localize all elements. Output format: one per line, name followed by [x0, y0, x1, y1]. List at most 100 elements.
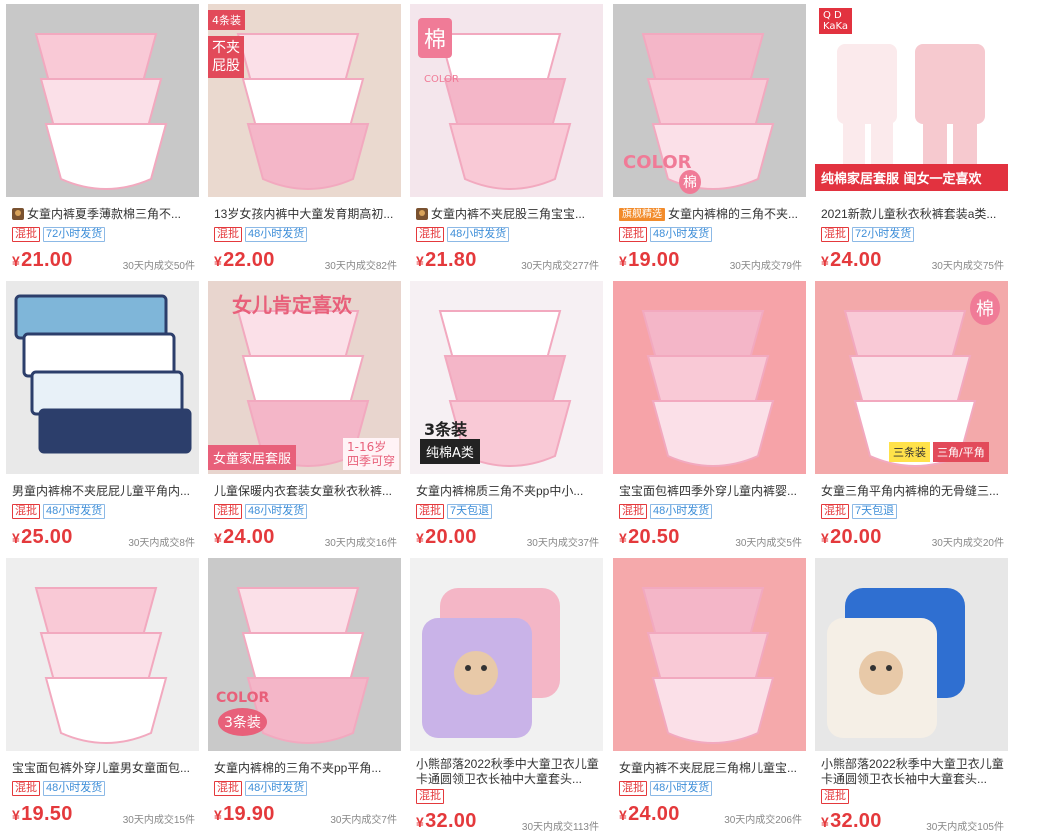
thumb-overlay-text: 纯棉家居套服 闺女一定喜欢 — [815, 164, 1008, 191]
sales-count: 30天内成交82件 — [324, 261, 397, 272]
product-title[interactable]: 宝宝面包裤四季外穿儿童内裤婴... — [619, 484, 802, 499]
product-image[interactable]: Q D KaKa 纯棉家居套服 闺女一定喜欢 — [815, 4, 1008, 197]
badge-row: 混批 72小时发货 — [12, 227, 106, 243]
product-card[interactable]: Q D KaKa 纯棉家居套服 闺女一定喜欢 2021新款儿童秋衣秋裤套装a类... 混… — [815, 4, 1008, 276]
currency-symbol: ¥ — [12, 807, 21, 823]
seller-tag: 旗舰精选 — [619, 208, 665, 221]
product-price: ¥19.90 — [214, 803, 275, 826]
product-card[interactable]: 女儿肯定喜欢 女童家居套服 1-16岁 四季可穿 儿童保暖内衣套装女童秋衣秋裤... 混批… — [208, 281, 401, 553]
product-image[interactable] — [6, 4, 199, 197]
product-title[interactable]: 小熊部落2022秋季中大童卫衣儿童卡通圆领卫衣长袖中大童套头... — [821, 757, 1004, 787]
product-image[interactable]: 棉三条装 三角/平角 — [815, 281, 1008, 474]
mix-batch-badge: 混批 — [214, 781, 242, 796]
shipping-badge: 48小时发货 — [245, 504, 308, 519]
product-card[interactable]: 女童内裤不夹屁屁三角棉儿童宝... 混批 48小时发货 ¥24.00 30天内成交206… — [613, 558, 806, 830]
shipping-badge: 72小时发货 — [852, 227, 915, 242]
price-value: 24.00 — [628, 803, 680, 825]
currency-symbol: ¥ — [214, 253, 223, 269]
thumb-overlay-text: 不夹屁股 — [208, 36, 244, 78]
product-image[interactable] — [6, 281, 199, 474]
sales-count: 30天内成交20件 — [931, 538, 1004, 549]
badge-row: 混批 48小时发货 — [619, 781, 713, 797]
product-title-text: 女童内裤棉的三角不夹pp平角... — [214, 761, 382, 775]
badge-row: 混批 7天包退 — [416, 504, 493, 520]
currency-symbol: ¥ — [214, 807, 223, 823]
badge-row: 混批 48小时发货 — [214, 781, 308, 797]
product-image[interactable]: 女儿肯定喜欢 女童家居套服 1-16岁 四季可穿 — [208, 281, 401, 474]
product-title[interactable]: 女童内裤夏季薄款棉三角不... — [12, 207, 195, 222]
product-title-text: 小熊部落2022秋季中大童卫衣儿童卡通圆领卫衣长袖中大童套头... — [821, 757, 1004, 786]
shipping-badge: 48小时发货 — [43, 504, 106, 519]
thumb-overlay-text: 纯棉A类 — [420, 439, 480, 464]
product-title-text: 女童三角平角内裤棉的无骨缝三... — [821, 484, 1000, 498]
badge-row: 混批 72小时发货 — [821, 227, 915, 243]
product-title[interactable]: 女童三角平角内裤棉的无骨缝三... — [821, 484, 1004, 499]
sales-count: 30天内成交7件 — [330, 815, 397, 826]
product-card[interactable]: 宝宝面包裤外穿儿童男女童面包... 混批 48小时发货 ¥19.50 30天内成交15件 — [6, 558, 199, 830]
product-image[interactable] — [410, 558, 603, 751]
product-title-text: 男童内裤棉不夹屁屁儿童平角内... — [12, 484, 191, 498]
currency-symbol: ¥ — [214, 530, 223, 546]
product-title[interactable]: 女童内裤不夹屁股三角宝宝... — [416, 207, 599, 222]
sales-count: 30天内成交79件 — [729, 261, 802, 272]
product-image[interactable]: COLOR 3条装 — [208, 558, 401, 751]
thumb-overlay-text: 棉 — [418, 18, 453, 58]
shipping-badge: 7天包退 — [852, 504, 898, 519]
currency-symbol: ¥ — [821, 253, 830, 269]
sales-count: 30天内成交277件 — [521, 261, 599, 272]
currency-symbol: ¥ — [12, 253, 21, 269]
product-image[interactable] — [6, 558, 199, 751]
product-card[interactable]: 3条装 纯棉A类 女童内裤棉质三角不夹pp中小... 混批 7天包退 ¥20.00 30天内… — [410, 281, 603, 553]
currency-symbol: ¥ — [619, 253, 628, 269]
product-card[interactable]: 4条装 不夹屁股 13岁女孩内裤中大童发育期高初... 混批 48小时发货 ¥22.00 3… — [208, 4, 401, 276]
product-price: ¥20.00 — [821, 526, 882, 549]
product-title-text: 女童内裤不夹屁屁三角棉儿童宝... — [619, 761, 798, 775]
product-title-text: 女童内裤不夹屁股三角宝宝... — [431, 207, 586, 221]
product-price: ¥32.00 — [821, 810, 882, 833]
product-image[interactable]: COLOR 棉 — [613, 4, 806, 197]
product-image[interactable] — [815, 558, 1008, 751]
product-card[interactable]: 男童内裤棉不夹屁屁儿童平角内... 混批 48小时发货 ¥25.00 30天内成交8件 — [6, 281, 199, 553]
product-title[interactable]: 2021新款儿童秋衣秋裤套装a类... — [821, 207, 1004, 222]
product-title[interactable]: 女童内裤不夹屁屁三角棉儿童宝... — [619, 761, 802, 776]
product-card[interactable]: 宝宝面包裤四季外穿儿童内裤婴... 混批 48小时发货 ¥20.50 30天内成交5件 — [613, 281, 806, 553]
product-price: ¥32.00 — [416, 810, 477, 833]
product-title[interactable]: 女童内裤棉质三角不夹pp中小... — [416, 484, 599, 499]
shop-icon — [12, 208, 24, 220]
product-image[interactable] — [613, 281, 806, 474]
badge-row: 混批 48小时发货 — [619, 227, 713, 243]
product-card[interactable]: COLOR 棉旗舰精选 女童内裤棉的三角不夹... 混批 48小时发货 ¥19.00 30天… — [613, 4, 806, 276]
product-card[interactable]: 棉三条装 三角/平角 女童三角平角内裤棉的无骨缝三... 混批 7天包退 ¥20.00 30… — [815, 281, 1008, 553]
product-card[interactable]: COLOR 3条装女童内裤棉的三角不夹pp平角... 混批 48小时发货 ¥19.90 3… — [208, 558, 401, 830]
shipping-badge: 48小时发货 — [650, 504, 713, 519]
sales-count: 30天内成交5件 — [735, 538, 802, 549]
product-image[interactable] — [613, 558, 806, 751]
product-title[interactable]: 儿童保暖内衣套装女童秋衣秋裤... — [214, 484, 397, 499]
currency-symbol: ¥ — [12, 530, 21, 546]
mix-batch-badge: 混批 — [12, 781, 40, 796]
product-card[interactable]: 女童内裤夏季薄款棉三角不... 混批 72小时发货 ¥21.00 30天内成交50件 — [6, 4, 199, 276]
product-card[interactable]: 小熊部落2022秋季中大童卫衣儿童卡通圆领卫衣长袖中大童套头... 混批 ¥32.0… — [815, 558, 1008, 833]
product-image[interactable]: 3条装 纯棉A类 — [410, 281, 603, 474]
product-image[interactable]: 棉 COLOR — [410, 4, 603, 197]
product-title[interactable]: 宝宝面包裤外穿儿童男女童面包... — [12, 761, 195, 776]
badge-row: 混批 — [416, 789, 444, 805]
product-title[interactable]: 女童内裤棉的三角不夹pp平角... — [214, 761, 397, 776]
product-title[interactable]: 小熊部落2022秋季中大童卫衣儿童卡通圆领卫衣长袖中大童套头... — [416, 757, 599, 787]
sales-count: 30天内成交105件 — [926, 822, 1004, 833]
product-card[interactable]: 小熊部落2022秋季中大童卫衣儿童卡通圆领卫衣长袖中大童套头... 混批 ¥32.0… — [410, 558, 603, 833]
thumb-overlay-text: 女儿肯定喜欢 — [232, 293, 352, 317]
sales-count: 30天内成交50件 — [122, 261, 195, 272]
product-title[interactable]: 男童内裤棉不夹屁屁儿童平角内... — [12, 484, 195, 499]
product-title[interactable]: 旗舰精选 女童内裤棉的三角不夹... — [619, 207, 802, 222]
mix-batch-badge: 混批 — [619, 227, 647, 242]
product-title-text: 女童内裤棉质三角不夹pp中小... — [416, 484, 584, 498]
product-image[interactable]: 4条装 不夹屁股 — [208, 4, 401, 197]
badge-row: 混批 48小时发货 — [12, 781, 106, 797]
currency-symbol: ¥ — [619, 807, 628, 823]
badge-row: 混批 — [821, 789, 849, 805]
product-price: ¥22.00 — [214, 249, 275, 272]
product-price: ¥20.00 — [416, 526, 477, 549]
product-title[interactable]: 13岁女孩内裤中大童发育期高初... — [214, 207, 397, 222]
product-card[interactable]: 棉 COLOR 女童内裤不夹屁股三角宝宝... 混批48小时发货 ¥21.80 30天内成… — [410, 4, 603, 276]
